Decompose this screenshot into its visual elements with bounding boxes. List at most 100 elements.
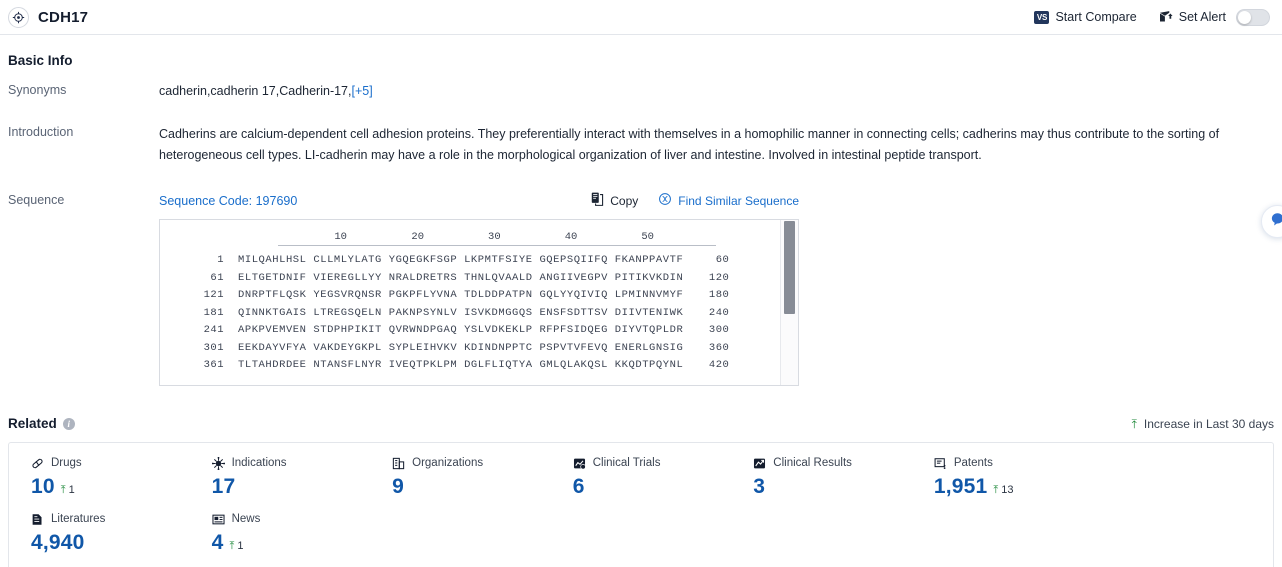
building-icon xyxy=(392,457,405,470)
sequence-row: Sequence Sequence Code: 197690 Copy Find… xyxy=(8,192,1274,386)
stat-organizations[interactable]: Organizations 9 xyxy=(370,455,551,499)
synonyms-value: cadherin,cadherin 17,Cadherin-17, xyxy=(159,84,352,98)
up-arrow-icon: ⤒ xyxy=(1131,416,1137,431)
sequence-line-residues: TLTAHDRDEE NTANSFLNYR IVEQTPKLPM DGLFLIQ… xyxy=(238,359,684,371)
synonyms-more-link[interactable]: [+5] xyxy=(352,84,373,98)
find-similar-label: Find Similar Sequence xyxy=(678,193,799,208)
sequence-ruler-line xyxy=(278,245,716,246)
sequence-line-end: 60 xyxy=(715,254,730,266)
sequence-line-residues: MILQAHLHSL CLLMLYLATG YGQEGKFSGP LKPMTFS… xyxy=(238,254,684,266)
introduction-label: Introduction xyxy=(8,125,74,139)
set-alert-toggle[interactable] xyxy=(1236,8,1270,26)
stat-label: Organizations xyxy=(412,457,484,469)
assistant-icon xyxy=(1270,212,1282,232)
related-header: Related i ⤒ Increase in Last 30 days xyxy=(8,416,1274,431)
stat-head: Patents xyxy=(934,455,1093,471)
ruler-tick: 10 xyxy=(334,231,347,243)
stat-clinical-trials[interactable]: Clinical Trials 6 xyxy=(551,455,732,499)
page-title: CDH17 xyxy=(38,8,89,26)
virus-icon xyxy=(211,456,225,470)
sequence-code-link[interactable]: Sequence Code: 197690 xyxy=(159,194,297,208)
sequence-label: Sequence xyxy=(8,193,65,207)
sequence-lines: 1 MILQAHLHSL CLLMLYLATG YGQEGKFSGP LKPMT… xyxy=(160,252,798,375)
stat-value[interactable]: 1,951 xyxy=(934,475,988,499)
top-bar: CDH17 VS Start Compare Set Alert xyxy=(0,0,1282,35)
stat-value[interactable]: 6 xyxy=(573,475,585,499)
sequence-viewer[interactable]: 10 20 30 40 50 1 MILQAHLHSL CLLMLYLATG Y… xyxy=(159,219,799,386)
synonyms-row: Synonyms cadherin,cadherin 17,Cadherin-1… xyxy=(8,82,1274,100)
up-arrow-icon: ⤒ xyxy=(229,540,235,552)
literature-icon xyxy=(31,513,44,526)
sequence-line: 361 TLTAHDRDEE NTANSFLNYR IVEQTPKLPM DGL… xyxy=(160,357,798,375)
start-compare-label: Start Compare xyxy=(1055,10,1137,24)
synonyms-body: cadherin,cadherin 17,Cadherin-17,[+5] xyxy=(159,82,1274,100)
stat-value-row: 3 xyxy=(753,475,912,499)
copy-label: Copy xyxy=(610,193,639,208)
increase-note: ⤒ Increase in Last 30 days xyxy=(1132,417,1274,431)
stat-label: Literatures xyxy=(51,513,106,525)
info-icon[interactable]: i xyxy=(62,417,75,430)
stat-label: Drugs xyxy=(51,457,82,469)
stat-value[interactable]: 10 xyxy=(31,475,55,499)
stat-label: Clinical Results xyxy=(773,457,852,469)
patent-icon xyxy=(934,457,947,470)
sequence-line-start: 361 xyxy=(203,359,224,371)
stat-indications[interactable]: Indications 17 xyxy=(190,455,371,499)
sequence-ruler: 10 20 30 40 50 xyxy=(278,230,716,252)
set-alert-control[interactable]: Set Alert xyxy=(1159,8,1270,26)
find-similar-sequence-button[interactable]: Find Similar Sequence xyxy=(658,192,799,209)
topbar-actions: VS Start Compare Set Alert xyxy=(1034,8,1270,26)
stat-patents[interactable]: Patents 1,951 ⤒ 13 xyxy=(912,455,1093,499)
sequence-line-end: 360 xyxy=(708,341,730,354)
stat-head: Indications xyxy=(211,455,371,471)
stat-delta: ⤒ 13 xyxy=(993,484,1013,496)
sequence-line-start: 1 xyxy=(217,254,224,266)
find-similar-icon xyxy=(658,192,672,209)
stat-delta-value: 1 xyxy=(237,540,244,552)
synonyms-label: Synonyms xyxy=(8,83,67,97)
sequence-body: Sequence Code: 197690 Copy Find Similar … xyxy=(159,192,1274,386)
stat-spacer xyxy=(1092,455,1273,499)
sequence-line-end: 180 xyxy=(708,289,730,301)
stat-delta-value: 1 xyxy=(68,484,75,496)
stat-clinical-results[interactable]: Clinical Results 3 xyxy=(731,455,912,499)
related-heading-label: Related xyxy=(8,416,57,431)
set-alert-label: Set Alert xyxy=(1178,10,1226,24)
stat-value-row: 1,951 ⤒ 13 xyxy=(934,475,1093,499)
stat-value-row: 9 xyxy=(392,475,551,499)
sequence-line: 1 MILQAHLHSL CLLMLYLATG YGQEGKFSGP LKPMT… xyxy=(160,252,798,270)
stat-label: Patents xyxy=(953,457,993,469)
sequence-line-end: 120 xyxy=(708,271,730,284)
stat-literatures[interactable]: Literatures 4,940 xyxy=(9,511,190,555)
start-compare-button[interactable]: VS Start Compare xyxy=(1034,10,1137,24)
news-icon xyxy=(212,513,225,526)
sequence-line-start: 181 xyxy=(203,306,224,319)
stat-value-row: 10 ⤒ 1 xyxy=(31,475,190,499)
stat-head: Drugs xyxy=(31,455,190,471)
compare-vs-icon: VS xyxy=(1034,10,1050,24)
sequence-line-start: 121 xyxy=(203,289,224,301)
ruler-tick: 40 xyxy=(564,231,578,243)
stat-value[interactable]: 3 xyxy=(753,475,765,499)
sequence-scrollbar[interactable] xyxy=(780,220,798,385)
basic-info-heading-label: Basic Info xyxy=(8,53,73,68)
copy-icon xyxy=(591,192,604,209)
alert-mail-icon xyxy=(1159,10,1173,25)
stat-news[interactable]: News 4 ⤒ 1 xyxy=(190,511,371,555)
stat-drugs[interactable]: Drugs 10 ⤒ 1 xyxy=(9,455,190,499)
related-stats-card: Drugs 10 ⤒ 1 Indications 17 Organization… xyxy=(8,442,1274,567)
stat-delta-value: 13 xyxy=(1001,484,1014,496)
stat-value-row: 4 ⤒ 1 xyxy=(212,531,371,555)
sequence-line-end: 300 xyxy=(708,324,730,336)
sequence-line-start: 61 xyxy=(210,271,224,284)
stat-value[interactable]: 9 xyxy=(392,475,404,499)
copy-button[interactable]: Copy xyxy=(591,192,638,209)
clinical-result-icon xyxy=(753,457,766,470)
sequence-scrollbar-thumb[interactable] xyxy=(784,221,795,314)
stat-value[interactable]: 4 xyxy=(212,531,224,555)
stat-value[interactable]: 17 xyxy=(212,475,236,499)
stat-value[interactable]: 4,940 xyxy=(31,531,85,555)
basic-info-heading: Basic Info xyxy=(8,53,1274,68)
up-arrow-icon: ⤒ xyxy=(993,484,999,496)
sequence-line-start: 241 xyxy=(203,324,224,336)
